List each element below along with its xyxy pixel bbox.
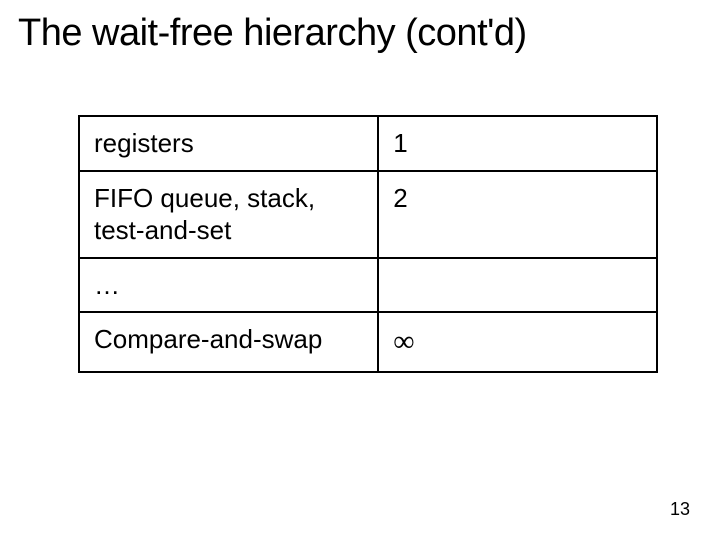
table-cell-value (378, 258, 657, 313)
table-cell-value: 2 (378, 171, 657, 258)
table-cell-label: registers (79, 116, 378, 171)
table-row: registers 1 (79, 116, 657, 171)
table-cell-label: Compare-and-swap (79, 312, 378, 372)
slide-title: The wait-free hierarchy (cont'd) (18, 12, 702, 55)
table-cell-value: 1 (378, 116, 657, 171)
hierarchy-table: registers 1 FIFO queue, stack, test-and-… (78, 115, 658, 373)
page-number: 13 (670, 499, 690, 520)
table-cell-label: … (79, 258, 378, 313)
slide: The wait-free hierarchy (cont'd) registe… (0, 0, 720, 540)
table-cell-label: FIFO queue, stack, test-and-set (79, 171, 378, 258)
table-row: FIFO queue, stack, test-and-set 2 (79, 171, 657, 258)
table-cell-value: ∞ (378, 312, 657, 372)
infinity-symbol: ∞ (393, 325, 414, 358)
table-row: … (79, 258, 657, 313)
table-row: Compare-and-swap ∞ (79, 312, 657, 372)
